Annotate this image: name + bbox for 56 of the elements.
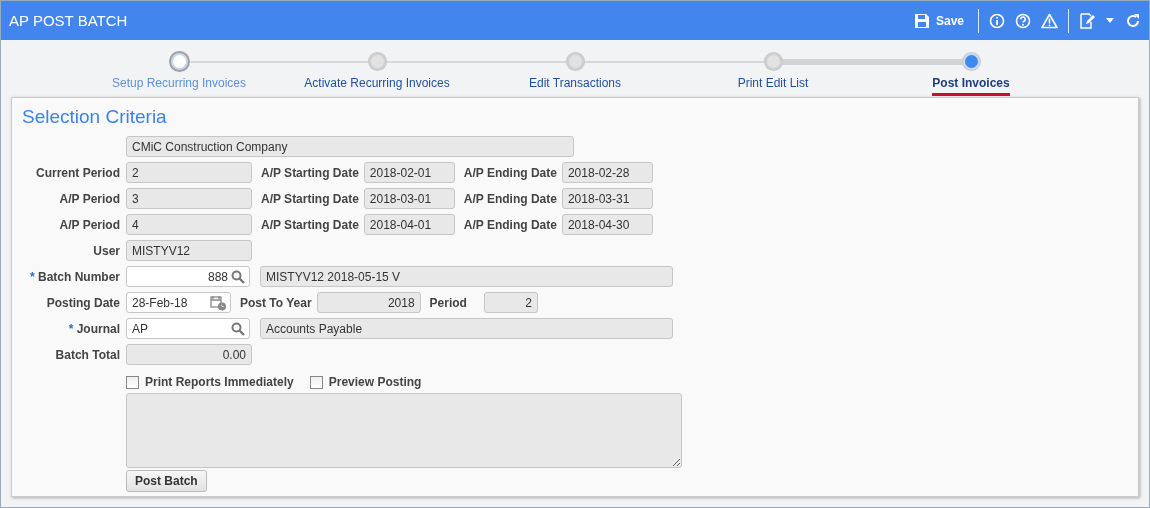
step-link[interactable]: Edit Transactions	[528, 76, 621, 96]
readonly-field: 2018	[316, 292, 421, 313]
readonly-field: Accounts Payable	[260, 318, 673, 339]
readonly-field: 4	[126, 214, 252, 235]
field-label: Batch Total	[54, 347, 120, 362]
input-field[interactable]: AP	[126, 318, 250, 339]
post-batch-button[interactable]: Post Batch	[126, 470, 207, 492]
refresh-icon[interactable]	[1125, 12, 1141, 29]
input-field[interactable]: 888	[126, 266, 250, 287]
notes-field[interactable]	[126, 393, 682, 468]
field-label: Post To Year	[240, 295, 312, 310]
readonly-field: 2018-02-01	[363, 162, 455, 183]
readonly-field: 2018-03-01	[363, 188, 455, 209]
readonly-field: MISTYV12	[126, 240, 252, 261]
readonly-field: MISTYV12 2018-05-15 V	[260, 266, 673, 287]
field-label: * Batch Number	[28, 269, 120, 284]
field-label: A/P Starting Date	[261, 217, 359, 232]
field-label: A/P Ending Date	[463, 217, 557, 232]
field-label: A/P Starting Date	[261, 191, 359, 206]
window-title: AP POST BATCH	[9, 12, 129, 29]
input-field[interactable]: 28-Feb-18	[126, 292, 231, 313]
field-label: Current Period	[35, 165, 120, 180]
warning-icon[interactable]	[1041, 12, 1058, 29]
field-label: A/P Period	[58, 217, 120, 232]
readonly-field: 2	[126, 162, 252, 183]
readonly-field: 2	[483, 292, 538, 313]
readonly-field: 2018-04-01	[363, 214, 455, 235]
calendar-icon[interactable]	[210, 294, 227, 311]
checkbox-option[interactable]: Print Reports Immediately	[126, 375, 294, 389]
checkbox[interactable]	[309, 375, 323, 389]
field-label: A/P Ending Date	[463, 165, 557, 180]
field-label: Period	[429, 295, 467, 310]
edit-icon[interactable]	[1079, 12, 1095, 29]
save-icon[interactable]	[913, 12, 930, 29]
help-icon[interactable]	[1015, 12, 1031, 29]
field-label: A/P Ending Date	[463, 191, 557, 206]
field-label: A/P Starting Date	[261, 165, 359, 180]
save-button[interactable]: Save	[913, 12, 964, 29]
readonly-field: 2018-03-31	[561, 188, 653, 209]
readonly-field: CMiC Construction Company	[126, 136, 574, 157]
step-link[interactable]: Activate Recurring Invoices	[304, 76, 450, 96]
field-label: A/P Period	[58, 191, 120, 206]
readonly-field: 2018-02-28	[561, 162, 653, 183]
readonly-field: 0.00	[126, 344, 252, 365]
field-label: User	[92, 243, 120, 258]
search-icon[interactable]	[231, 269, 245, 284]
field-label: Posting Date	[45, 295, 120, 310]
step-link[interactable]: Print Edit List	[737, 76, 809, 96]
checkbox[interactable]	[126, 375, 139, 389]
field-label: * Journal	[67, 321, 120, 336]
readonly-field: 3	[126, 188, 252, 209]
search-icon[interactable]	[231, 321, 245, 336]
checkbox-option[interactable]: Preview Posting	[309, 375, 422, 389]
readonly-field: 2018-04-30	[561, 214, 653, 235]
info-icon[interactable]	[989, 12, 1005, 29]
section-title: Selection Criteria	[22, 106, 168, 128]
